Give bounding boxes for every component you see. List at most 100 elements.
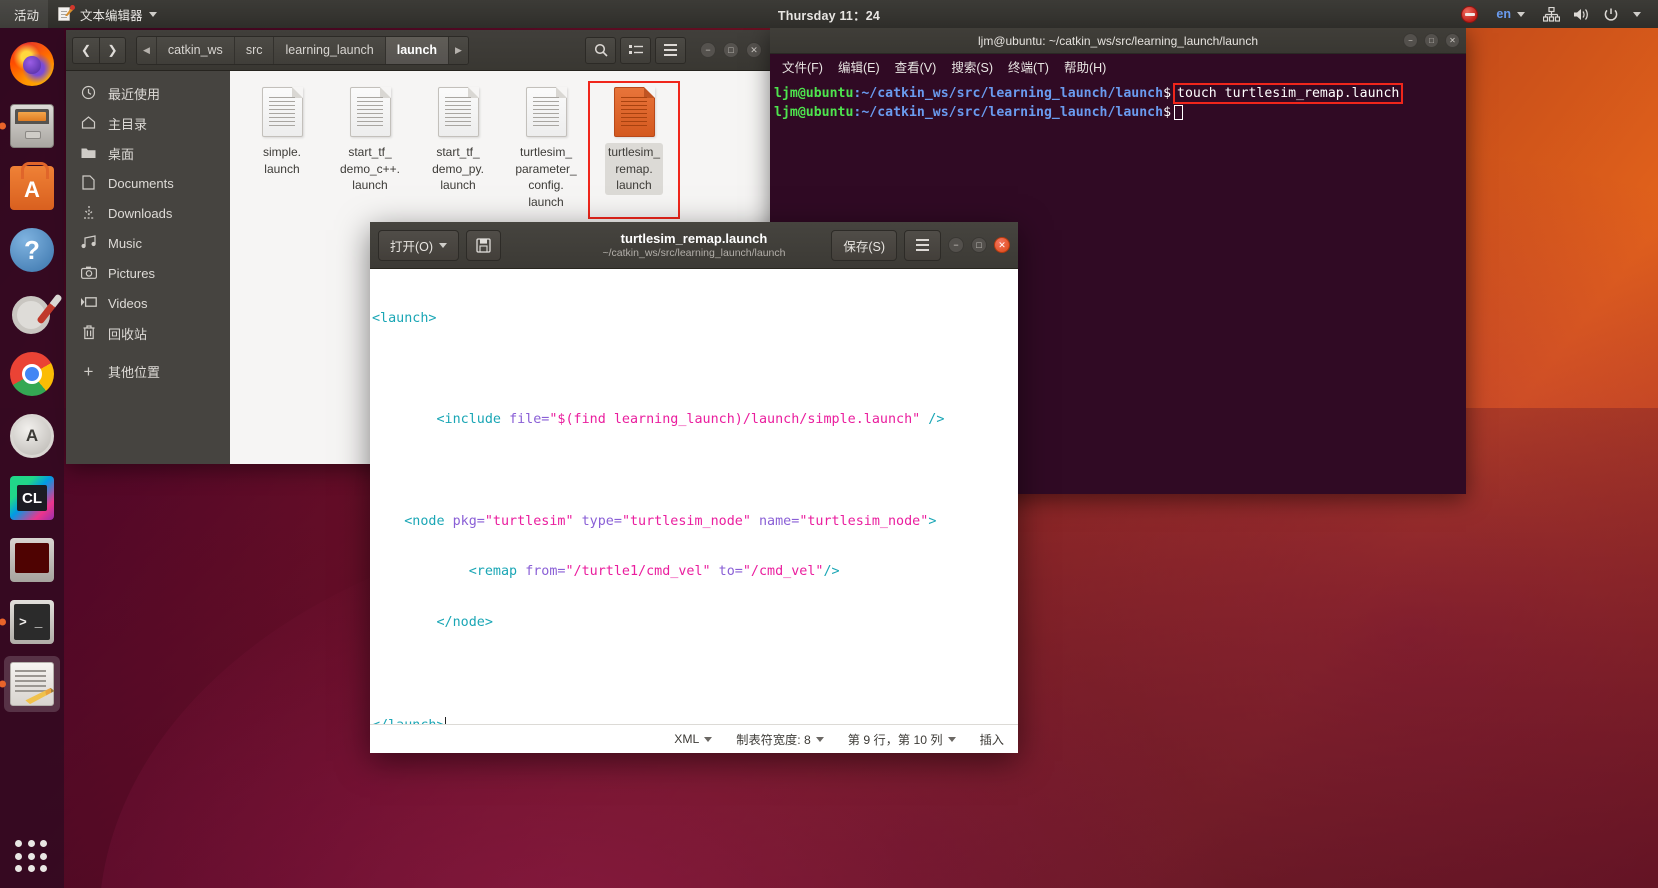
breadcrumb-item-2[interactable]: learning_launch — [274, 36, 386, 64]
sidebar-item-trash[interactable]: 回收站 — [66, 318, 230, 348]
file-item[interactable]: simple. launch — [238, 83, 326, 217]
file-name: start_tf_ demo_c++. launch — [339, 145, 401, 193]
dock-item-chrome[interactable] — [4, 346, 60, 402]
menu-file[interactable]: 文件(F) — [782, 57, 823, 76]
tab-width-selector[interactable]: 制表符宽度: 8 — [736, 730, 824, 748]
camera-icon — [80, 266, 97, 281]
network-icon — [1543, 6, 1560, 22]
breadcrumb-item-3[interactable]: launch — [385, 36, 450, 64]
dock-item-gedit[interactable] — [0, 656, 60, 712]
app-menu-button[interactable]: 文本编辑器 — [48, 0, 166, 28]
menu-icon[interactable] — [904, 229, 941, 261]
breadcrumb-scroll-left[interactable]: ◀ — [137, 36, 157, 64]
code-token: <launch> — [372, 310, 437, 326]
sidebar-item-pictures[interactable]: Pictures — [66, 258, 230, 288]
cursor-position-selector[interactable]: 第 9 行，第 10 列 — [848, 730, 956, 748]
code-line: </node> — [370, 615, 1018, 632]
clock[interactable]: Thursday 11：24 — [0, 5, 1658, 24]
breadcrumb-item-1[interactable]: src — [234, 36, 275, 64]
minimize-button[interactable]: − — [700, 42, 716, 58]
close-button[interactable]: ✕ — [1445, 33, 1460, 48]
menu-view[interactable]: 查看(V) — [895, 57, 937, 76]
menu-terminal[interactable]: 终端(T) — [1008, 57, 1049, 76]
language-selector[interactable]: XML — [674, 732, 713, 746]
dock-item-ubuntu-software[interactable] — [4, 160, 60, 216]
save-button[interactable]: 保存(S) — [831, 229, 897, 261]
close-button[interactable]: ✕ — [746, 42, 762, 58]
sidebar-label: 其他位置 — [108, 364, 161, 380]
back-icon[interactable]: ❮ — [72, 36, 99, 64]
forward-icon[interactable]: ❯ — [99, 36, 126, 64]
code-token: "turtlesim_node" — [799, 513, 929, 529]
dock-item-terminator[interactable] — [4, 532, 60, 588]
top-bar: 活动 文本编辑器 Thursday 11：24 en — [0, 0, 1658, 28]
breadcrumb-scroll-right[interactable]: ▶ — [449, 36, 468, 64]
terminal-title: ljm@ubuntu: ~/catkin_ws/src/learning_lau… — [977, 33, 1258, 48]
file-item[interactable]: start_tf_ demo_c++. launch — [326, 83, 414, 217]
maximize-button[interactable]: □ — [1424, 33, 1439, 48]
sidebar-item-desktop[interactable]: 桌面 — [66, 138, 230, 168]
maximize-button[interactable]: □ — [723, 42, 739, 58]
activities-button[interactable]: 活动 — [0, 0, 49, 28]
sidebar-item-downloads[interactable]: Downloads — [66, 198, 230, 228]
code-token: /> — [823, 564, 840, 580]
dock-item-help[interactable] — [4, 222, 60, 278]
view-list-icon[interactable] — [620, 36, 651, 64]
sidebar-item-recent[interactable]: 最近使用 — [66, 78, 230, 108]
file-item[interactable]: start_tf_ demo_py. launch — [414, 83, 502, 217]
code-token: <node — [372, 513, 453, 529]
chevron-down-icon — [1633, 11, 1641, 17]
minimize-button[interactable]: − — [1403, 33, 1418, 48]
code-token: /> — [920, 412, 945, 428]
dock-item-settings[interactable] — [4, 284, 60, 340]
chevron-down-icon — [1517, 11, 1525, 17]
menu-edit[interactable]: 编辑(E) — [838, 57, 880, 76]
sidebar-label: Videos — [108, 295, 148, 311]
open-button[interactable]: 打开(O) — [378, 229, 460, 261]
power-icon — [1604, 8, 1618, 21]
breadcrumb-item-0[interactable]: catkin_ws — [156, 36, 235, 64]
text-editor-window: 打开(O) turtlesim_remap.launch ~/catkin_ws… — [370, 222, 1018, 753]
code-line: <node pkg="turtlesim" type="turtlesim_no… — [370, 514, 1018, 531]
folder-icon — [80, 146, 97, 161]
dock-item-clion[interactable] — [4, 470, 60, 526]
code-token: file= — [509, 412, 550, 428]
terminal-line: ljm@ubuntu:~/catkin_ws/src/learning_laun… — [772, 104, 1466, 121]
dock-item-files[interactable] — [0, 98, 60, 154]
terminal-prompt-user: ljm@ubuntu — [774, 105, 854, 120]
dock-item-software-updater[interactable] — [4, 408, 60, 464]
menu-help[interactable]: 帮助(H) — [1064, 57, 1106, 76]
maximize-button[interactable]: □ — [971, 237, 987, 253]
sidebar-item-other-locations[interactable]: + 其他位置 — [66, 356, 230, 386]
menu-icon[interactable] — [655, 36, 686, 64]
sidebar-item-documents[interactable]: Documents — [66, 168, 230, 198]
file-item[interactable]: turtlesim_ parameter_ config. launch — [502, 83, 590, 217]
system-status-menu[interactable] — [1534, 0, 1650, 28]
terminal-output[interactable]: ljm@ubuntu:~/catkin_ws/src/learning_laun… — [770, 78, 1466, 121]
file-icon — [261, 87, 303, 137]
breadcrumb: ◀ catkin_ws src learning_launch launch ▶ — [136, 35, 469, 65]
trash-icon — [80, 324, 97, 342]
sidebar-item-videos[interactable]: Videos — [66, 288, 230, 318]
terminal-title-bar: ljm@ubuntu: ~/catkin_ws/src/learning_lau… — [770, 28, 1466, 54]
editor-text-area[interactable]: <launch> <include file="$(find learning_… — [370, 269, 1018, 724]
menu-search[interactable]: 搜索(S) — [951, 57, 993, 76]
close-button[interactable]: ✕ — [994, 237, 1010, 253]
minimize-button[interactable]: − — [948, 237, 964, 253]
chevron-down-icon — [148, 11, 157, 17]
file-manager-window-controls: − □ ✕ — [700, 42, 766, 58]
keyboard-layout-menu[interactable]: en — [1487, 0, 1534, 28]
code-token: "turtlesim_node" — [621, 513, 751, 529]
dock-item-terminal[interactable] — [0, 594, 60, 650]
search-icon[interactable] — [585, 36, 616, 64]
sidebar-item-home[interactable]: 主目录 — [66, 108, 230, 138]
show-applications-button[interactable] — [15, 840, 49, 874]
code-line: <launch> — [370, 311, 1018, 328]
do-not-disturb-icon[interactable] — [1452, 0, 1487, 28]
dock-item-firefox[interactable] — [4, 36, 60, 92]
file-item-selected[interactable]: turtlesim_ remap. launch — [588, 80, 680, 220]
sidebar-label: 桌面 — [108, 146, 135, 162]
sidebar-item-music[interactable]: Music — [66, 228, 230, 258]
chevron-down-icon — [947, 736, 956, 742]
save-as-button[interactable] — [466, 229, 502, 261]
